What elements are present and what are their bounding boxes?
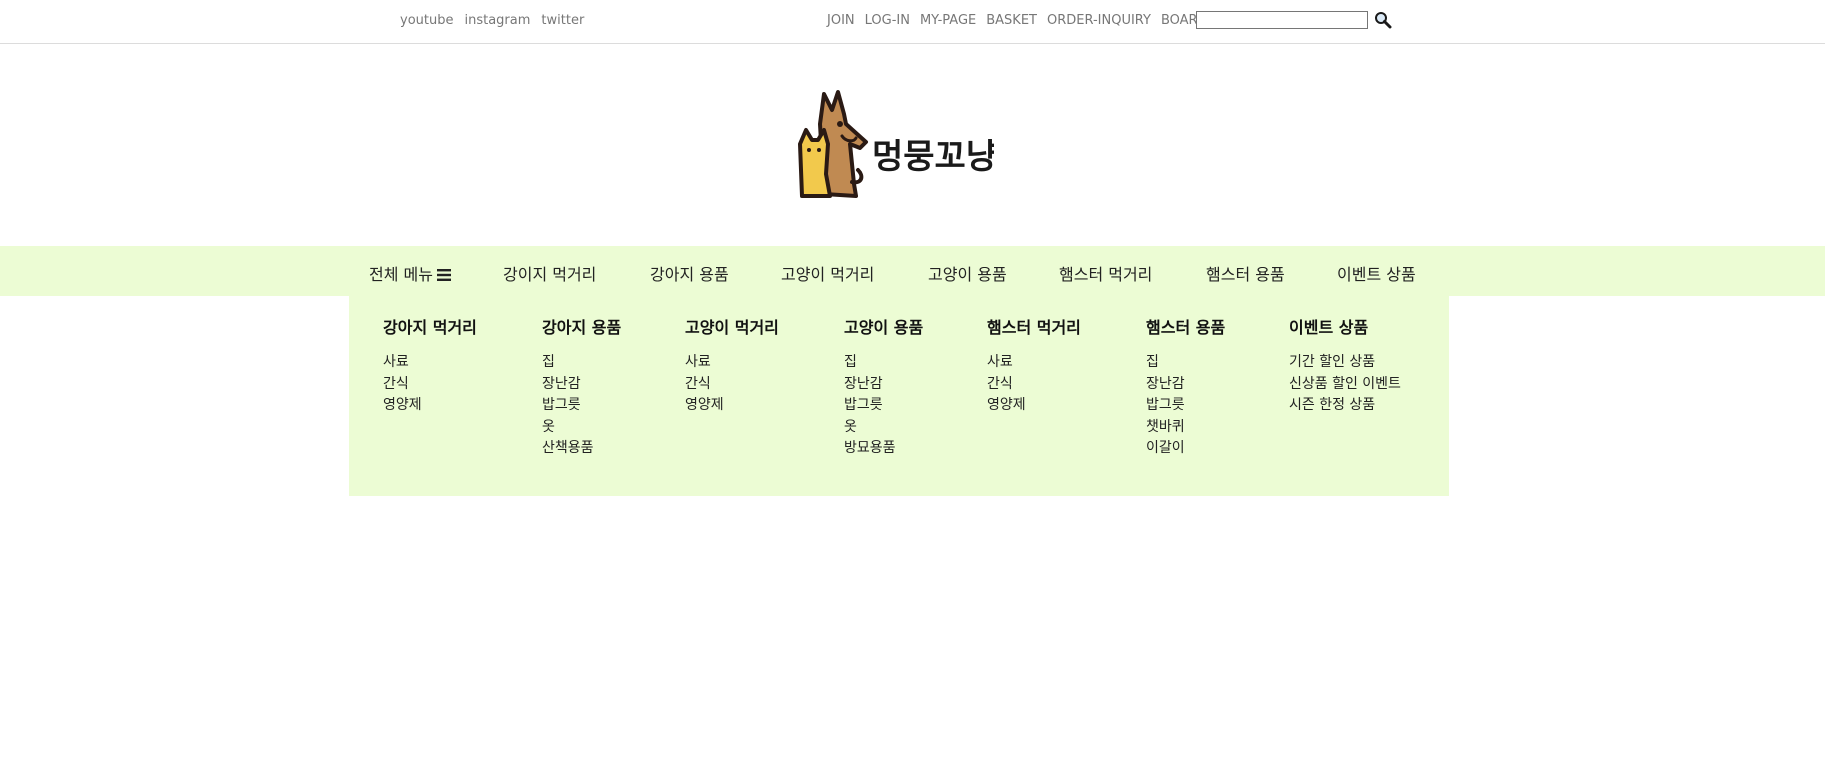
dropdown-item[interactable]: 영양제 [987, 395, 1081, 417]
dropdown-col-title[interactable]: 햄스터 먹거리 [987, 314, 1081, 338]
join-link[interactable]: JOIN [827, 13, 855, 28]
top-bar: youtube instagram twitter JOIN LOG-IN MY-PAG… [0, 0, 1825, 44]
search-icon[interactable] [1374, 11, 1392, 29]
dropdown-item[interactable]: 밥그릇 [542, 395, 621, 417]
dropdown-item[interactable]: 챗바퀴 [1146, 417, 1225, 439]
dropdown-col-cat-food: 고양이 먹거리 사료 간식 영양제 [685, 314, 779, 417]
dropdown-item[interactable]: 장난감 [1146, 374, 1225, 396]
category-nav: 전체 메뉴 강이지 먹거리 강아지 용품 고양이 먹거리 고양이 용품 햄스터 … [0, 246, 1825, 296]
dropdown-col-event-products: 이벤트 상품 기간 할인 상품 신상품 할인 이벤트 시즌 한정 상품 [1289, 314, 1401, 417]
my-page-link[interactable]: MY-PAGE [920, 13, 976, 28]
dropdown-col-title[interactable]: 강아지 용품 [542, 314, 621, 338]
nav-hamster-supplies[interactable]: 햄스터 용품 [1206, 261, 1285, 285]
dropdown-item[interactable]: 영양제 [383, 395, 477, 417]
dropdown-item[interactable]: 옷 [844, 417, 923, 439]
dropdown-col-cat-supplies: 고양이 용품 집 장난감 밥그릇 옷 방묘용품 [844, 314, 923, 460]
dropdown-item[interactable]: 간식 [383, 374, 477, 396]
dropdown-item[interactable]: 간식 [987, 374, 1081, 396]
dropdown-item[interactable]: 사료 [383, 352, 477, 374]
dropdown-col-dog-food: 강아지 먹거리 사료 간식 영양제 [383, 314, 477, 417]
utility-links: JOIN LOG-IN MY-PAGE BASKET ORDER-INQUIRY BOAR… [827, 13, 1218, 28]
mega-dropdown: 강아지 먹거리 사료 간식 영양제 강아지 용품 집 장난감 밥그릇 옷 산책용… [349, 296, 1449, 496]
dropdown-item[interactable]: 집 [844, 352, 923, 374]
dropdown-item[interactable]: 신상품 할인 이벤트 [1289, 374, 1401, 396]
site-logo[interactable]: 멍뭉꼬냥 [794, 84, 997, 204]
login-link[interactable]: LOG-IN [865, 13, 910, 28]
dropdown-item[interactable]: 집 [1146, 352, 1225, 374]
dropdown-item[interactable]: 사료 [987, 352, 1081, 374]
dropdown-item[interactable]: 시즌 한정 상품 [1289, 395, 1401, 417]
dropdown-col-title[interactable]: 고양이 먹거리 [685, 314, 779, 338]
dropdown-item[interactable]: 옷 [542, 417, 621, 439]
nav-dog-supplies[interactable]: 강아지 용품 [650, 261, 729, 285]
dropdown-item[interactable]: 산책용품 [542, 438, 621, 460]
dropdown-item[interactable]: 이갈이 [1146, 438, 1225, 460]
dropdown-item[interactable]: 밥그릇 [1146, 395, 1225, 417]
dropdown-item[interactable]: 장난감 [844, 374, 923, 396]
hamburger-menu-icon [436, 269, 451, 281]
dropdown-item[interactable]: 간식 [685, 374, 779, 396]
nav-cat-supplies[interactable]: 고양이 용품 [928, 261, 1007, 285]
dropdown-col-dog-supplies: 강아지 용품 집 장난감 밥그릇 옷 산책용품 [542, 314, 621, 460]
nav-event-products[interactable]: 이벤트 상품 [1337, 261, 1416, 285]
dropdown-col-title[interactable]: 강아지 먹거리 [383, 314, 477, 338]
social-links: youtube instagram twitter [400, 13, 595, 28]
dropdown-item[interactable]: 기간 할인 상품 [1289, 352, 1401, 374]
basket-link[interactable]: BASKET [986, 13, 1037, 28]
all-menu-button[interactable]: 전체 메뉴 [369, 261, 451, 285]
dog-cat-logo-icon: 멍뭉꼬냥 [798, 90, 997, 198]
dropdown-item[interactable]: 방묘용품 [844, 438, 923, 460]
dropdown-item[interactable]: 사료 [685, 352, 779, 374]
dropdown-col-hamster-supplies: 햄스터 용품 집 장난감 밥그릇 챗바퀴 이갈이 [1146, 314, 1225, 460]
all-menu-label: 전체 메뉴 [369, 265, 433, 284]
nav-dog-food[interactable]: 강이지 먹거리 [503, 261, 596, 285]
dropdown-col-title[interactable]: 이벤트 상품 [1289, 314, 1401, 338]
order-inquiry-link[interactable]: ORDER-INQUIRY [1047, 13, 1151, 28]
logo-text: 멍뭉꼬냥 [872, 137, 994, 177]
youtube-link[interactable]: youtube [400, 13, 453, 28]
dropdown-col-hamster-food: 햄스터 먹거리 사료 간식 영양제 [987, 314, 1081, 417]
dropdown-item[interactable]: 밥그릇 [844, 395, 923, 417]
search-input[interactable] [1196, 11, 1368, 29]
twitter-link[interactable]: twitter [541, 13, 584, 28]
dropdown-item[interactable]: 집 [542, 352, 621, 374]
nav-hamster-food[interactable]: 햄스터 먹거리 [1059, 261, 1152, 285]
dropdown-item[interactable]: 장난감 [542, 374, 621, 396]
nav-cat-food[interactable]: 고양이 먹거리 [781, 261, 874, 285]
dropdown-col-title[interactable]: 고양이 용품 [844, 314, 923, 338]
instagram-link[interactable]: instagram [464, 13, 530, 28]
dropdown-col-title[interactable]: 햄스터 용품 [1146, 314, 1225, 338]
dropdown-item[interactable]: 영양제 [685, 395, 779, 417]
